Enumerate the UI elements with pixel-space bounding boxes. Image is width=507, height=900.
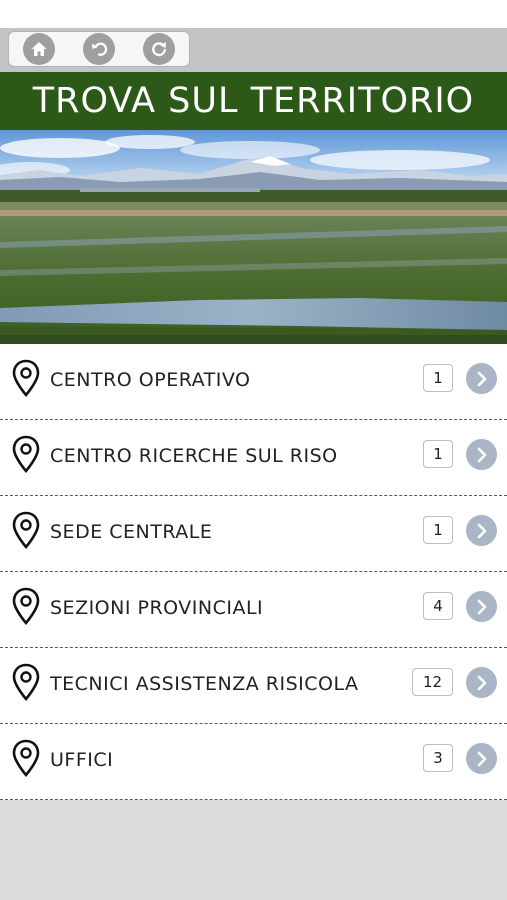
count-badge: 12 [412, 668, 453, 696]
map-pin-icon [12, 739, 40, 777]
chevron-right-icon[interactable] [466, 515, 497, 546]
map-pin-icon [12, 663, 40, 701]
refresh-button[interactable] [143, 33, 175, 65]
list-item-label: TECNICI ASSISTENZA RISICOLA [50, 673, 359, 695]
map-pin-icon [12, 359, 40, 397]
count-badge: 1 [423, 516, 453, 544]
page-title: TROVA SUL TERRITORIO [32, 81, 475, 121]
list-item-uffici[interactable]: UFFICI 3 [0, 724, 507, 800]
map-pin-icon [12, 511, 40, 549]
count-badge: 4 [423, 592, 453, 620]
chevron-right-icon[interactable] [466, 667, 497, 698]
list-item-tecnici-assistenza[interactable]: TECNICI ASSISTENZA RISICOLA 12 [0, 648, 507, 724]
chevron-right-icon[interactable] [466, 591, 497, 622]
hero-image-rice-field [0, 130, 507, 344]
list-item-centro-operativo[interactable]: CENTRO OPERATIVO 1 [0, 344, 507, 420]
undo-button[interactable] [83, 33, 115, 65]
map-pin-icon [12, 587, 40, 625]
list-item-label: SEDE CENTRALE [50, 521, 213, 543]
count-badge: 3 [423, 744, 453, 772]
nav-button-group [8, 31, 190, 67]
list-item-label: SEZIONI PROVINCIALI [50, 597, 264, 619]
home-icon [31, 42, 47, 56]
list-item-sede-centrale[interactable]: SEDE CENTRALE 1 [0, 496, 507, 572]
count-badge: 1 [423, 364, 453, 392]
toolbar [0, 28, 507, 72]
undo-icon [92, 42, 108, 56]
location-list: CENTRO OPERATIVO 1 CENTRO RICERCHE SUL R… [0, 344, 507, 800]
list-item-sezioni-provinciali[interactable]: SEZIONI PROVINCIALI 4 [0, 572, 507, 648]
chevron-right-icon[interactable] [466, 439, 497, 470]
list-item-label: CENTRO OPERATIVO [50, 369, 251, 391]
list-item-centro-ricerche[interactable]: CENTRO RICERCHE SUL RISO 1 [0, 420, 507, 496]
chevron-right-icon[interactable] [466, 363, 497, 394]
status-bar [0, 0, 507, 28]
chevron-right-icon[interactable] [466, 743, 497, 774]
count-badge: 1 [423, 440, 453, 468]
list-item-label: UFFICI [50, 749, 114, 771]
list-item-label: CENTRO RICERCHE SUL RISO [50, 445, 338, 467]
map-pin-icon [12, 435, 40, 473]
refresh-icon [152, 42, 166, 57]
page-header: TROVA SUL TERRITORIO [0, 72, 507, 130]
home-button[interactable] [23, 33, 55, 65]
